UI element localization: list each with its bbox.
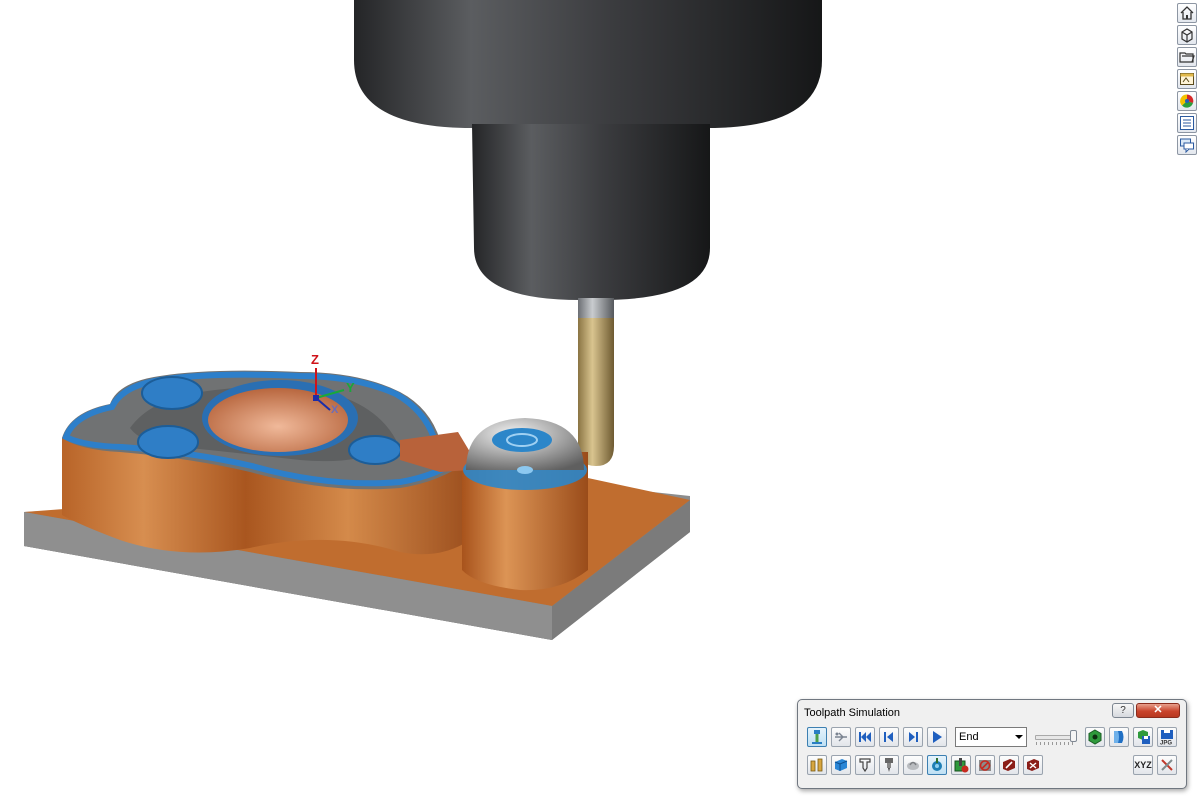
- toolbar-row-playback: End JPG: [807, 727, 1181, 749]
- axis-label-y: Y: [346, 380, 355, 395]
- clear-stock-icon[interactable]: [999, 755, 1019, 775]
- simulation-viewport[interactable]: Z Y X: [0, 0, 1200, 799]
- view-cube-icon[interactable]: [1177, 25, 1197, 45]
- chat-icon[interactable]: [1177, 135, 1197, 155]
- dialog-title: Toolpath Simulation: [804, 707, 901, 719]
- save-jpg-icon[interactable]: JPG: [1157, 727, 1177, 747]
- side-toolbar: [1177, 3, 1199, 155]
- solid-stock-icon[interactable]: [831, 755, 851, 775]
- axis-label-x: X: [331, 404, 339, 416]
- close-button[interactable]: ✕: [1136, 703, 1180, 718]
- xyz-button[interactable]: XYZ: [1133, 755, 1153, 775]
- chevron-down-icon: [1015, 735, 1023, 739]
- tools-settings-icon[interactable]: [1157, 755, 1177, 775]
- toolpath-simulation-dialog: Toolpath Simulation ? ✕ End JPG XYZ: [797, 699, 1187, 789]
- material-removal-icon[interactable]: [927, 755, 947, 775]
- help-button[interactable]: ?: [1112, 703, 1134, 718]
- stop-at-value: End: [959, 731, 979, 743]
- tool-holder-icon[interactable]: [855, 755, 875, 775]
- save-stock-icon[interactable]: [1133, 727, 1153, 747]
- spindle-display-icon[interactable]: [879, 755, 899, 775]
- collision-check-icon[interactable]: [903, 755, 923, 775]
- stock-model-icon[interactable]: [1085, 727, 1105, 747]
- reset-stock-icon[interactable]: [1023, 755, 1043, 775]
- tool-display-icon[interactable]: [807, 727, 827, 747]
- toolpath-display-icon[interactable]: [831, 727, 851, 747]
- play-icon[interactable]: [927, 727, 947, 747]
- speed-slider[interactable]: [1033, 729, 1077, 745]
- color-wheel-icon[interactable]: [1177, 91, 1197, 111]
- folder-icon[interactable]: [1177, 47, 1197, 67]
- step-forward-icon[interactable]: [903, 727, 923, 747]
- rest-material-icon[interactable]: [951, 755, 971, 775]
- image-window-icon[interactable]: [1177, 69, 1197, 89]
- toolbar-row-options: XYZ: [807, 755, 1181, 777]
- stop-at-select[interactable]: End: [955, 727, 1027, 747]
- rewind-to-start-icon[interactable]: [855, 727, 875, 747]
- ruler-measure-icon[interactable]: [807, 755, 827, 775]
- svg-text:JPG: JPG: [1160, 741, 1172, 746]
- step-back-icon[interactable]: [879, 727, 899, 747]
- gouge-check-icon[interactable]: [975, 755, 995, 775]
- home-icon[interactable]: [1177, 3, 1197, 23]
- speed-slider-thumb[interactable]: [1070, 730, 1077, 742]
- list-panel-icon[interactable]: [1177, 113, 1197, 133]
- shaded-view-icon[interactable]: [1109, 727, 1129, 747]
- axis-label-z: Z: [311, 352, 319, 367]
